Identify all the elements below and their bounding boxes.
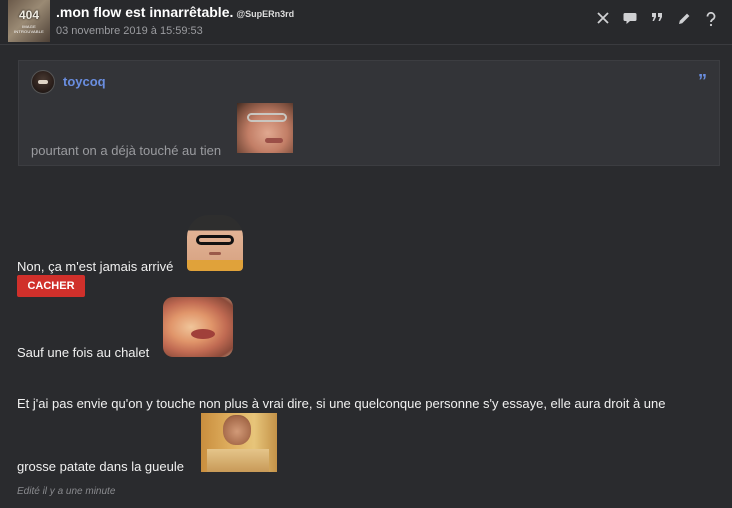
quoted-message: toycoq ” pourtant on a déjà touché au ti… [18, 60, 720, 166]
post-date[interactable]: 03 novembre 2019 à 15:59:53 [56, 25, 203, 37]
author-pseudo[interactable]: .mon flow est innarrêtable. [56, 4, 233, 20]
post-actions [594, 11, 720, 29]
avatar-subtext: IMAGE INTROUVABLE [13, 24, 45, 34]
spoiler-hide-button[interactable]: CACHER [17, 275, 85, 297]
author-name[interactable]: .mon flow est innarrêtable. @SupERn3rd [56, 4, 294, 20]
quote-icon[interactable] [648, 11, 666, 29]
quoted-user-avatar[interactable] [31, 70, 55, 94]
sticker-man [201, 413, 277, 472]
quote-mark-icon: ” [698, 71, 707, 91]
post-line-2: Sauf une fois au chalet [17, 345, 150, 360]
post-header: 404 IMAGE INTROUVABLE .mon flow est inna… [0, 0, 732, 45]
edited-notice: Edité il y a une minute [17, 486, 116, 497]
author-avatar[interactable]: 404 IMAGE INTROUVABLE [8, 0, 50, 42]
comment-icon[interactable] [621, 11, 639, 29]
author-handle: @SupERn3rd [236, 9, 295, 19]
quoted-text: pourtant on a déjà touché au tien [31, 143, 222, 158]
close-icon[interactable] [594, 11, 612, 29]
post-line-4: grosse patate dans la gueule [17, 459, 184, 474]
help-icon[interactable] [702, 11, 720, 29]
post-line-3: Et j'ai pas envie qu'on y touche non plu… [17, 396, 666, 411]
sticker-old-man [237, 103, 293, 153]
post-line-1: Non, ça m'est jamais arrivé [17, 259, 174, 274]
sticker-melting-face [163, 297, 233, 357]
quoted-username[interactable]: toycoq [63, 74, 106, 89]
sticker-glasses-boy [187, 215, 243, 271]
avatar-text: 404 [18, 8, 40, 22]
edit-icon[interactable] [675, 11, 693, 29]
